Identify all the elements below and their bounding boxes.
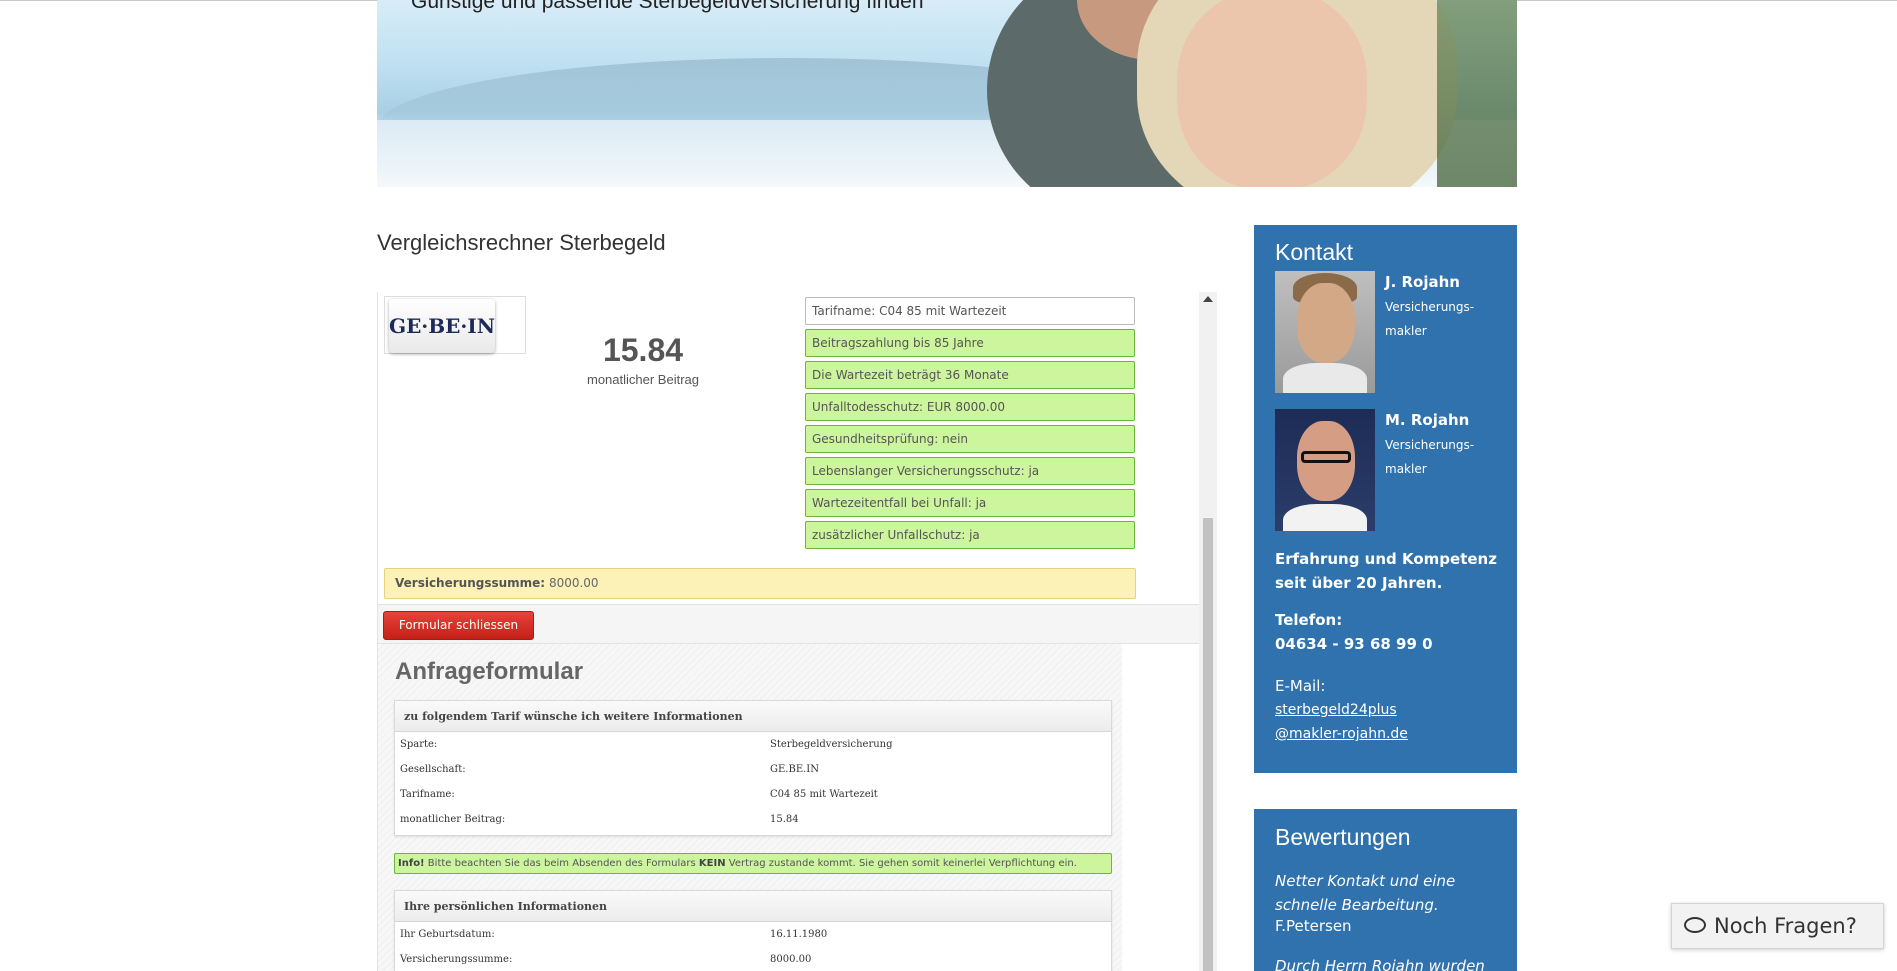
avatar-j-rojahn	[1275, 271, 1375, 393]
person-role-line: makler	[1385, 324, 1427, 338]
chat-bubbles-icon	[1684, 917, 1706, 933]
feature-item: Lebenslanger Versicherungsschutz: ja	[805, 457, 1135, 485]
reviews-box: Bewertungen Netter Kontakt und eine schn…	[1254, 809, 1517, 971]
notice-emphasis: KEIN	[698, 858, 726, 869]
table-row: Gesellschaft: GE.BE.IN	[395, 757, 1111, 782]
result-panel: GE·BE·IN 15.84 monatlicher Beitrag Tarif…	[377, 292, 1217, 971]
company-logo-box: GE·BE·IN	[384, 296, 526, 354]
form-title: Anfrageformular	[395, 658, 584, 685]
email-link[interactable]: sterbegeld24plus	[1275, 702, 1397, 718]
review-text: Netter Kontakt und eine schnelle Bearbei…	[1275, 869, 1505, 917]
info-notice: Info! Bitte beachten Sie das beim Absend…	[394, 853, 1112, 874]
result-scrollbar[interactable]	[1199, 292, 1217, 971]
inquiry-form: Anfrageformular zu folgendem Tarif wünsc…	[378, 644, 1122, 971]
feature-item: Die Wartezeit beträgt 36 Monate	[805, 361, 1135, 389]
close-form-button[interactable]: Formular schliessen	[383, 611, 534, 640]
company-logo: GE·BE·IN	[389, 299, 495, 353]
row-value: Sterbegeldversicherung	[770, 739, 893, 750]
scroll-up-arrow-icon[interactable]	[1203, 296, 1213, 302]
notice-text-before: Bitte beachten Sie das beim Absenden des…	[424, 858, 699, 869]
email-label: E-Mail:	[1275, 677, 1326, 695]
email-link[interactable]: @makler-rojahn.de	[1275, 726, 1408, 742]
phone-number: 04634 - 93 68 99 0	[1275, 635, 1433, 653]
scrollbar-thumb[interactable]	[1203, 518, 1213, 971]
notice-text-after: Vertrag zustande kommt. Sie gehen somit …	[725, 858, 1077, 869]
feature-tariff-name: Tarifname: C04 85 mit Wartezeit	[805, 297, 1135, 325]
table-row: monatlicher Beitrag: 15.84	[395, 807, 1111, 832]
row-value: 8000.00	[770, 954, 812, 965]
chat-button-label: Noch Fragen?	[1714, 914, 1857, 938]
row-value: 15.84	[770, 814, 799, 825]
table-row: Versicherungssumme: 8000.00	[395, 947, 1111, 971]
row-key: Versicherungssumme:	[400, 954, 513, 965]
tariff-info-table: zu folgendem Tarif wünsche ich weitere I…	[394, 700, 1112, 836]
person-name: M. Rojahn	[1385, 411, 1470, 429]
table-row: Sparte: Sterbegeldversicherung	[395, 732, 1111, 757]
feature-item: Wartezeitentfall bei Unfall: ja	[805, 489, 1135, 517]
tariff-info-heading: zu folgendem Tarif wünsche ich weitere I…	[395, 701, 1111, 732]
reviews-title: Bewertungen	[1275, 824, 1411, 850]
review-line: Netter Kontakt und eine	[1275, 872, 1456, 890]
row-key: Gesellschaft:	[400, 764, 466, 775]
contact-title: Kontakt	[1275, 239, 1353, 265]
person-role-line: Versicherungs-	[1385, 300, 1475, 314]
insurance-sum-bar: Versicherungssumme: 8000.00	[384, 568, 1136, 599]
experience-line: Erfahrung und Kompetenz	[1275, 550, 1497, 568]
monthly-price: 15.84	[602, 332, 684, 368]
person-role-line: makler	[1385, 462, 1427, 476]
feature-list: Tarifname: C04 85 mit Wartezeit Beitrags…	[805, 297, 1135, 553]
personal-info-heading: Ihre persönlichen Informationen	[395, 891, 1111, 922]
notice-prefix: Info!	[398, 858, 425, 869]
phone-label: Telefon:	[1275, 611, 1343, 629]
feature-item: Gesundheitsprüfung: nein	[805, 425, 1135, 453]
row-key: Tarifname:	[400, 789, 455, 800]
form-action-bar: Formular schliessen	[378, 604, 1200, 644]
row-key: monatlicher Beitrag:	[400, 814, 506, 825]
row-value: GE.BE.IN	[770, 764, 819, 775]
experience-line: seit über 20 Jahren.	[1275, 574, 1443, 592]
experience-text: Erfahrung und Kompetenz seit über 20 Jah…	[1275, 547, 1505, 595]
chat-button[interactable]: Noch Fragen?	[1671, 903, 1884, 949]
monthly-price-label: monatlicher Beitrag	[587, 372, 699, 387]
feature-item: zusätzlicher Unfallschutz: ja	[805, 521, 1135, 549]
avatar-shirt	[1283, 504, 1367, 531]
review-line: schnelle Bearbeitung.	[1275, 896, 1439, 914]
avatar-face	[1297, 283, 1355, 363]
avatar-m-rojahn	[1275, 409, 1375, 531]
contact-box: Kontakt J. Rojahn Versicherungs- makler …	[1254, 225, 1517, 773]
person-role: Versicherungs- makler	[1385, 295, 1495, 343]
row-value: 16.11.1980	[770, 929, 828, 940]
person-role-line: Versicherungs-	[1385, 438, 1475, 452]
feature-item: Unfalltodesschutz: EUR 8000.00	[805, 393, 1135, 421]
feature-item: Beitragszahlung bis 85 Jahre	[805, 329, 1135, 357]
insurance-sum-value: 8000.00	[548, 576, 599, 590]
page-title: Vergleichsrechner Sterbegeld	[377, 230, 666, 255]
hero-woman-face	[1177, 0, 1367, 187]
insurance-sum-label: Versicherungssumme:	[395, 576, 546, 590]
hero-banner	[377, 0, 1517, 187]
review-text: Durch Herrn Rojahn wurden	[1275, 957, 1485, 971]
row-value: C04 85 mit Wartezeit	[770, 789, 878, 800]
hero-caption: Günstige und passende Sterbegeldversiche…	[411, 0, 924, 13]
avatar-shirt	[1283, 363, 1367, 393]
person-name: J. Rojahn	[1385, 273, 1460, 291]
table-row: Ihr Geburtsdatum: 16.11.1980	[395, 922, 1111, 947]
table-row: Tarifname: C04 85 mit Wartezeit	[395, 782, 1111, 807]
row-key: Ihr Geburtsdatum:	[400, 929, 495, 940]
person-role: Versicherungs- makler	[1385, 433, 1495, 481]
row-key: Sparte:	[400, 739, 438, 750]
review-author: F.Petersen	[1275, 917, 1352, 935]
glasses-icon	[1301, 451, 1351, 463]
personal-info-table: Ihre persönlichen Informationen Ihr Gebu…	[394, 890, 1112, 971]
hero-foliage	[1437, 0, 1517, 187]
